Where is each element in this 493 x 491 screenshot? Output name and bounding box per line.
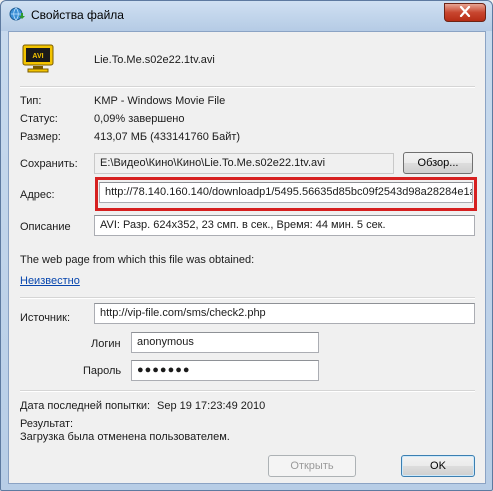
close-button[interactable]	[444, 3, 486, 22]
save-label: Сохранить:	[20, 158, 78, 170]
password-field[interactable]: ●●●●●●●	[131, 360, 319, 381]
title-bar[interactable]: Свойства файла	[1, 1, 492, 31]
ok-button[interactable]: OK	[401, 455, 475, 477]
open-button[interactable]: Открыть	[268, 455, 356, 477]
window-title: Свойства файла	[31, 8, 124, 22]
divider	[20, 297, 475, 299]
type-label: Тип:	[20, 95, 42, 107]
source-label: Источник:	[20, 312, 71, 324]
login-field[interactable]: anonymous	[131, 332, 319, 353]
type-value: KMP - Windows Movie File	[94, 95, 226, 107]
webpage-link[interactable]: Неизвестно	[20, 275, 80, 287]
avi-file-icon: AVI	[22, 42, 54, 74]
address-field[interactable]: http://78.140.160.140/downloadp1/5495.56…	[99, 182, 473, 203]
status-label: Статус:	[20, 113, 58, 125]
login-label: Логин	[91, 338, 121, 350]
file-name: Lie.To.Me.s02e22.1tv.avi	[94, 54, 215, 66]
properties-window: Свойства файла AVI Lie.To.Me.s02e22.1tv.…	[0, 0, 493, 491]
description-label: Описание	[20, 221, 71, 233]
status-value: 0,09% завершено	[94, 113, 185, 125]
browse-button[interactable]: Обзор...	[403, 152, 473, 174]
svg-text:AVI: AVI	[32, 53, 43, 60]
size-value: 413,07 МБ (433141760 Байт)	[94, 131, 241, 143]
divider	[20, 390, 475, 392]
last-attempt-label: Дата последней попытки:	[20, 400, 151, 412]
result-label: Результат:	[20, 418, 74, 430]
password-label: Пароль	[83, 365, 122, 377]
divider	[20, 86, 475, 88]
description-field[interactable]: AVI: Разр. 624x352, 23 смп. в сек., Врем…	[94, 215, 475, 236]
dialog-body: AVI Lie.To.Me.s02e22.1tv.avi Тип: KMP - …	[8, 31, 486, 484]
close-icon	[459, 5, 471, 20]
last-attempt-value: Sep 19 17:23:49 2010	[157, 400, 266, 412]
globe-download-icon	[9, 7, 25, 23]
save-path-field[interactable]: E:\Видео\Кино\Кино\Lie.To.Me.s02e22.1tv.…	[94, 153, 394, 174]
webpage-caption: The web page from which this file was ob…	[20, 254, 255, 266]
result-value: Загрузка была отменена пользователем.	[20, 431, 230, 443]
address-label: Адрес:	[20, 189, 55, 201]
size-label: Размер:	[20, 131, 61, 143]
source-field[interactable]: http://vip-file.com/sms/check2.php	[94, 303, 475, 324]
